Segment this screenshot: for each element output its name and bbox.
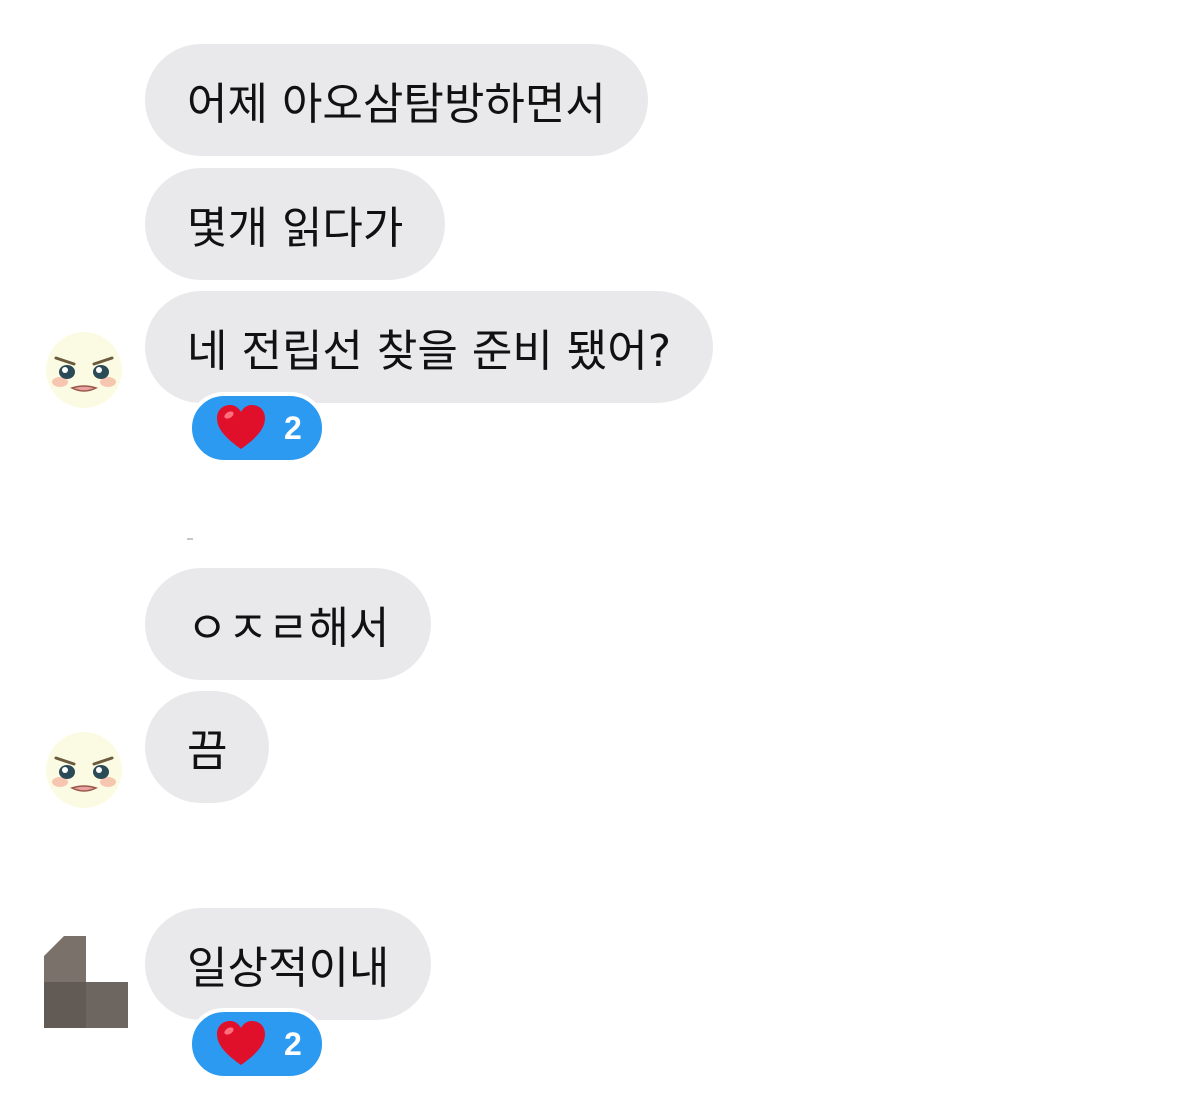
message-bubble[interactable]: 어제 아오삼탐방하면서 (145, 44, 648, 156)
message-text: 끔 (187, 726, 228, 777)
pixelated-avatar-icon (44, 936, 128, 1028)
message-text: 몇개 읽다가 (187, 203, 404, 254)
message-text: 네 전립선 찾을 준비 됐어? (187, 326, 672, 377)
message-bubble[interactable]: 끔 (145, 691, 270, 803)
reaction-count: 2 (284, 409, 302, 446)
message-text: ㅇㅈㄹ해서 (187, 603, 390, 654)
message-bubble[interactable]: 일상적이내 (145, 908, 432, 1020)
message-text: 일상적이내 (187, 943, 390, 994)
emoji-face-avatar-icon (46, 732, 122, 808)
avatar[interactable] (44, 936, 128, 1028)
message-bubble[interactable]: ㅇㅈㄹ해서 (145, 568, 432, 680)
message-bubble[interactable]: 네 전립선 찾을 준비 됐어? (145, 291, 714, 403)
heart-icon (217, 1021, 265, 1065)
divider-mark (187, 538, 193, 540)
reaction-badge[interactable]: 2 (188, 1008, 326, 1080)
emoji-face-avatar-icon (46, 332, 122, 408)
message-text: 어제 아오삼탐방하면서 (187, 79, 606, 130)
heart-icon (217, 405, 265, 449)
message-bubble[interactable]: 몇개 읽다가 (145, 168, 446, 280)
avatar[interactable] (46, 732, 122, 808)
reaction-count: 2 (284, 1025, 302, 1062)
reaction-badge[interactable]: 2 (188, 392, 326, 464)
avatar[interactable] (46, 332, 122, 408)
